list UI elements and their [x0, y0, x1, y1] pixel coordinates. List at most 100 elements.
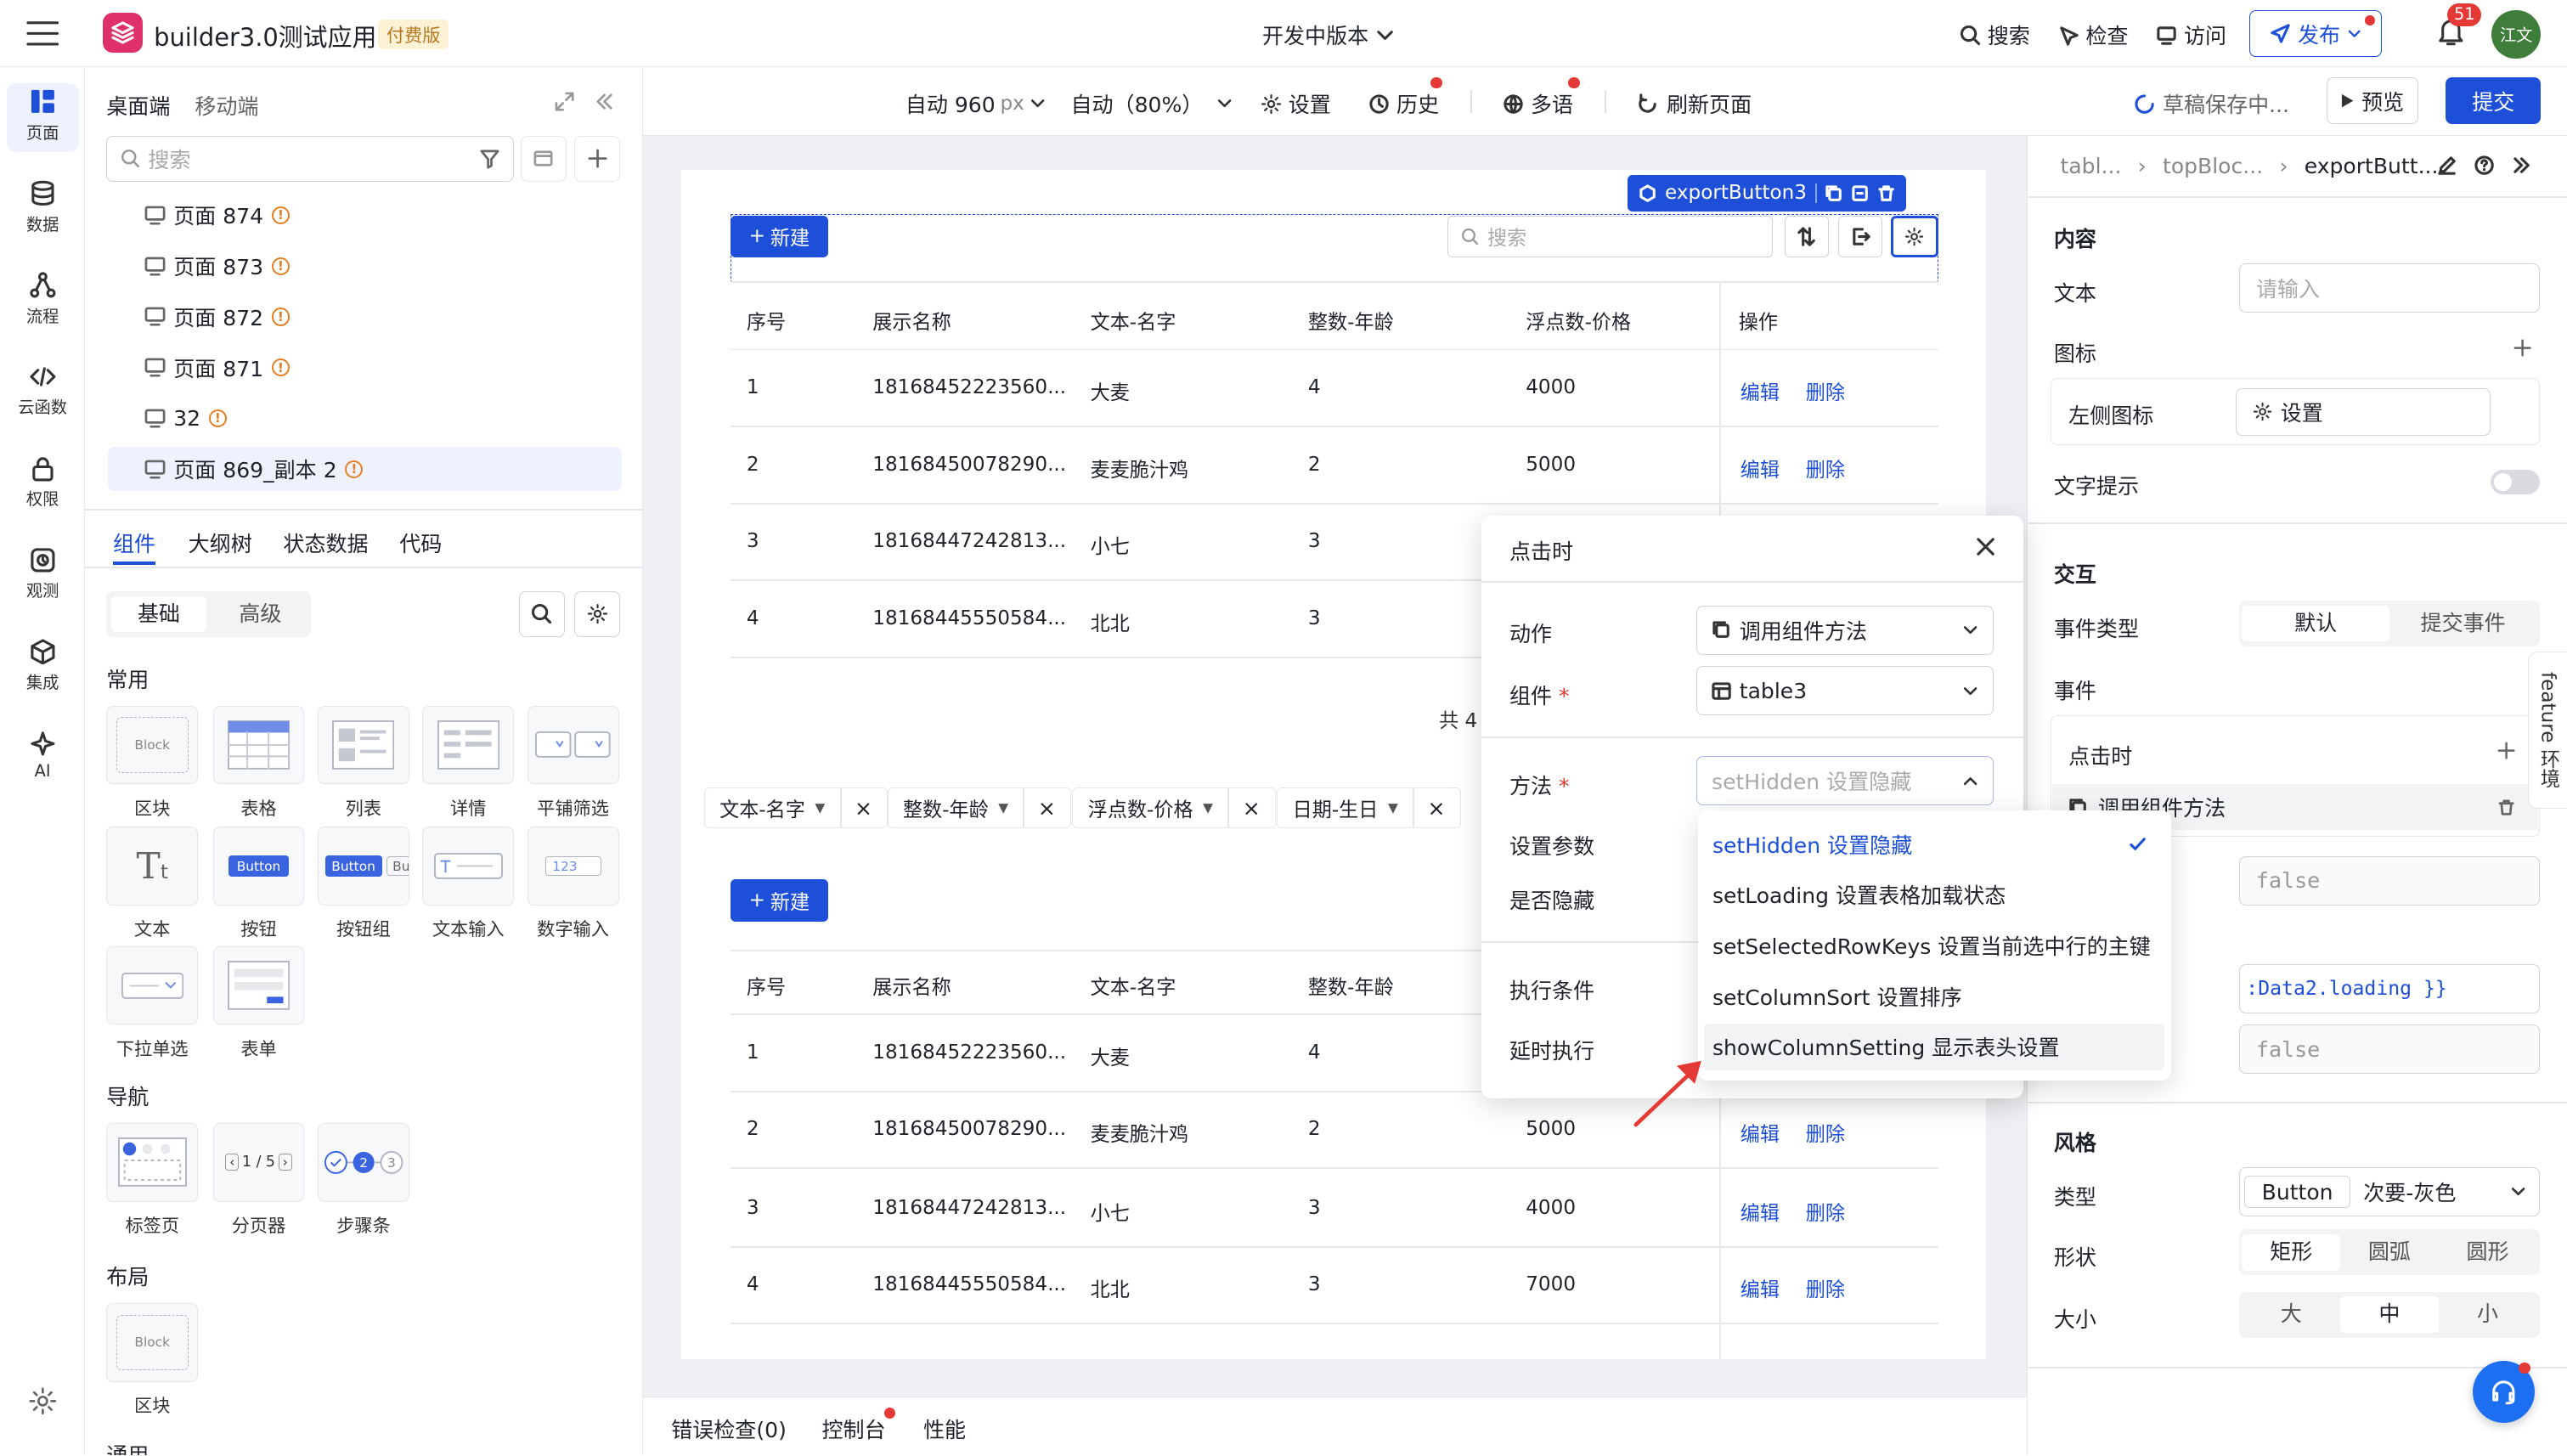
- tab-outline[interactable]: 大纲树: [189, 528, 252, 558]
- zoom-select[interactable]: 自动（80%）: [1070, 88, 1233, 119]
- publish-button[interactable]: 发布: [2249, 9, 2383, 58]
- dropdown-option-hover[interactable]: showColumnSetting 显示表头设置: [1704, 1023, 2164, 1071]
- size-option[interactable]: 中: [2340, 1296, 2439, 1333]
- expression-field[interactable]: :Data2.loading }}: [2238, 964, 2541, 1013]
- page-item-active[interactable]: 页面 869_副本 2 !: [108, 447, 623, 492]
- tab-state[interactable]: 状态数据: [283, 528, 368, 558]
- dropdown-option[interactable]: setColumnSort 设置排序: [1704, 973, 2164, 1020]
- avatar[interactable]: 江文: [2491, 9, 2542, 59]
- component-table[interactable]: 表格: [212, 705, 305, 821]
- page-item[interactable]: 页面 874 !: [108, 193, 622, 237]
- component-steps[interactable]: 23 步骤条: [317, 1123, 409, 1238]
- help-icon[interactable]: [2474, 155, 2494, 175]
- history-button[interactable]: 历史: [1368, 76, 1442, 119]
- i18n-button[interactable]: 多语: [1503, 76, 1580, 119]
- duplicate-icon[interactable]: [1851, 184, 1869, 202]
- trash-icon[interactable]: [2497, 799, 2515, 816]
- feature-env-tab[interactable]: feature 环境: [2527, 652, 2567, 810]
- rail-item-ai[interactable]: AI: [0, 731, 85, 781]
- delete-link[interactable]: 删除: [1806, 454, 1845, 483]
- refresh-button[interactable]: 刷新页面: [1637, 88, 1752, 119]
- dropdown-option[interactable]: setSelectedRowKeys 设置当前选中行的主键: [1704, 922, 2164, 969]
- breadcrumb-item[interactable]: topBloc...: [2163, 154, 2263, 178]
- error-check-tab[interactable]: 错误检查(0): [671, 1414, 787, 1444]
- rail-item-cloud-fn[interactable]: 云函数: [0, 364, 85, 419]
- tooltip-toggle[interactable]: [2491, 470, 2541, 495]
- close-icon[interactable]: ×: [855, 796, 872, 821]
- menu-icon[interactable]: [26, 20, 59, 48]
- close-icon[interactable]: ×: [1038, 796, 1056, 821]
- gear-icon[interactable]: [28, 1386, 58, 1416]
- component-detail[interactable]: 详情: [422, 705, 515, 821]
- filter-chip[interactable]: 整数-年龄 ▼ ×: [887, 787, 1072, 829]
- preview-button[interactable]: 预览: [2326, 76, 2418, 125]
- edit-icon[interactable]: [2437, 155, 2457, 175]
- edit-link[interactable]: 编辑: [1740, 376, 1780, 405]
- edit-link[interactable]: 编辑: [1740, 1118, 1780, 1147]
- component-text-input[interactable]: 文本输入: [422, 827, 515, 941]
- component-button-group[interactable]: ButtonButt 按钮组: [317, 827, 409, 941]
- component-form[interactable]: 表单: [212, 945, 305, 1061]
- submit-button[interactable]: 提交: [2446, 76, 2542, 125]
- page-search-input[interactable]: 搜索: [106, 135, 515, 182]
- close-icon[interactable]: [1976, 537, 1995, 556]
- shape-option[interactable]: 矩形: [2242, 1234, 2341, 1271]
- component-select[interactable]: 下拉单选: [106, 945, 199, 1061]
- filter-icon[interactable]: [479, 148, 500, 169]
- visit-button[interactable]: 访问: [2156, 20, 2226, 50]
- width-select[interactable]: 自动 960 px: [906, 88, 1046, 119]
- delete-link[interactable]: 删除: [1806, 1273, 1845, 1302]
- copy-icon[interactable]: [1825, 184, 1842, 202]
- add-page-button[interactable]: [574, 135, 621, 182]
- console-tab[interactable]: 控制台: [821, 1414, 885, 1444]
- left-icon-select[interactable]: 设置: [2235, 387, 2491, 436]
- sub-tab-advanced[interactable]: 高级: [213, 596, 308, 632]
- breadcrumb-item[interactable]: tabl...: [2061, 154, 2122, 178]
- rail-item-permission[interactable]: 权限: [0, 455, 85, 511]
- page-item[interactable]: 页面 871 !: [108, 346, 622, 390]
- type-select[interactable]: Button 次要-灰色: [2238, 1167, 2541, 1216]
- size-option[interactable]: 小: [2439, 1296, 2537, 1332]
- tab-components[interactable]: 组件: [113, 528, 155, 558]
- collapse-right-icon[interactable]: [2512, 155, 2531, 175]
- inspect-button[interactable]: 检查: [2058, 20, 2128, 50]
- sort-button[interactable]: [1784, 216, 1829, 257]
- event-type-submit[interactable]: 提交事件: [2389, 606, 2536, 641]
- dropdown-option-selected[interactable]: setHidden 设置隐藏: [1704, 821, 2164, 868]
- new-button-2[interactable]: + 新建: [730, 878, 829, 923]
- close-icon[interactable]: ×: [1428, 796, 1446, 821]
- component-select[interactable]: table3: [1695, 666, 1994, 716]
- dropdown-option[interactable]: setLoading 设置表格加载状态: [1704, 871, 2164, 918]
- value-field-2[interactable]: false: [2238, 1024, 2541, 1075]
- edit-link[interactable]: 编辑: [1740, 454, 1780, 483]
- page-item[interactable]: 页面 872 !: [108, 295, 622, 339]
- shape-option[interactable]: 圆弧: [2340, 1234, 2439, 1270]
- shape-option[interactable]: 圆形: [2439, 1234, 2537, 1270]
- component-button[interactable]: Button 按钮: [212, 827, 305, 941]
- new-button-1[interactable]: + 新建: [730, 216, 829, 257]
- component-block[interactable]: Block 区块: [106, 705, 199, 821]
- page-item[interactable]: 页面 873 !: [108, 244, 622, 288]
- component-layout-block[interactable]: Block 区块: [106, 1303, 199, 1418]
- component-pagination[interactable]: ‹ 1 / 5 › 分页器: [212, 1123, 305, 1238]
- component-tabs[interactable]: 标签页: [106, 1123, 199, 1238]
- rail-item-observe[interactable]: 观测: [0, 547, 85, 602]
- tab-mobile[interactable]: 移动端: [195, 90, 258, 121]
- column-setting-button[interactable]: [1891, 216, 1938, 257]
- table-search-input[interactable]: 搜索: [1447, 216, 1774, 257]
- text-input[interactable]: 请输入: [2238, 263, 2541, 313]
- filter-chip[interactable]: 文本-名字 ▼ ×: [703, 787, 889, 829]
- rail-item-flow[interactable]: 流程: [0, 272, 85, 327]
- size-option[interactable]: 大: [2242, 1296, 2340, 1332]
- edit-link[interactable]: 编辑: [1740, 1273, 1780, 1302]
- expand-icon[interactable]: [555, 92, 574, 111]
- component-search-button[interactable]: [518, 590, 565, 637]
- trash-icon[interactable]: [1877, 184, 1895, 202]
- action-select[interactable]: 调用组件方法: [1695, 606, 1994, 655]
- rail-item-integration[interactable]: 集成: [0, 639, 85, 694]
- component-number-input[interactable]: 123 数字输入: [527, 827, 619, 941]
- export-button[interactable]: [1838, 216, 1883, 257]
- page-item[interactable]: 32 !: [108, 396, 622, 440]
- value-field-1[interactable]: false: [2238, 855, 2541, 906]
- version-select[interactable]: 开发中版本: [1262, 20, 1395, 50]
